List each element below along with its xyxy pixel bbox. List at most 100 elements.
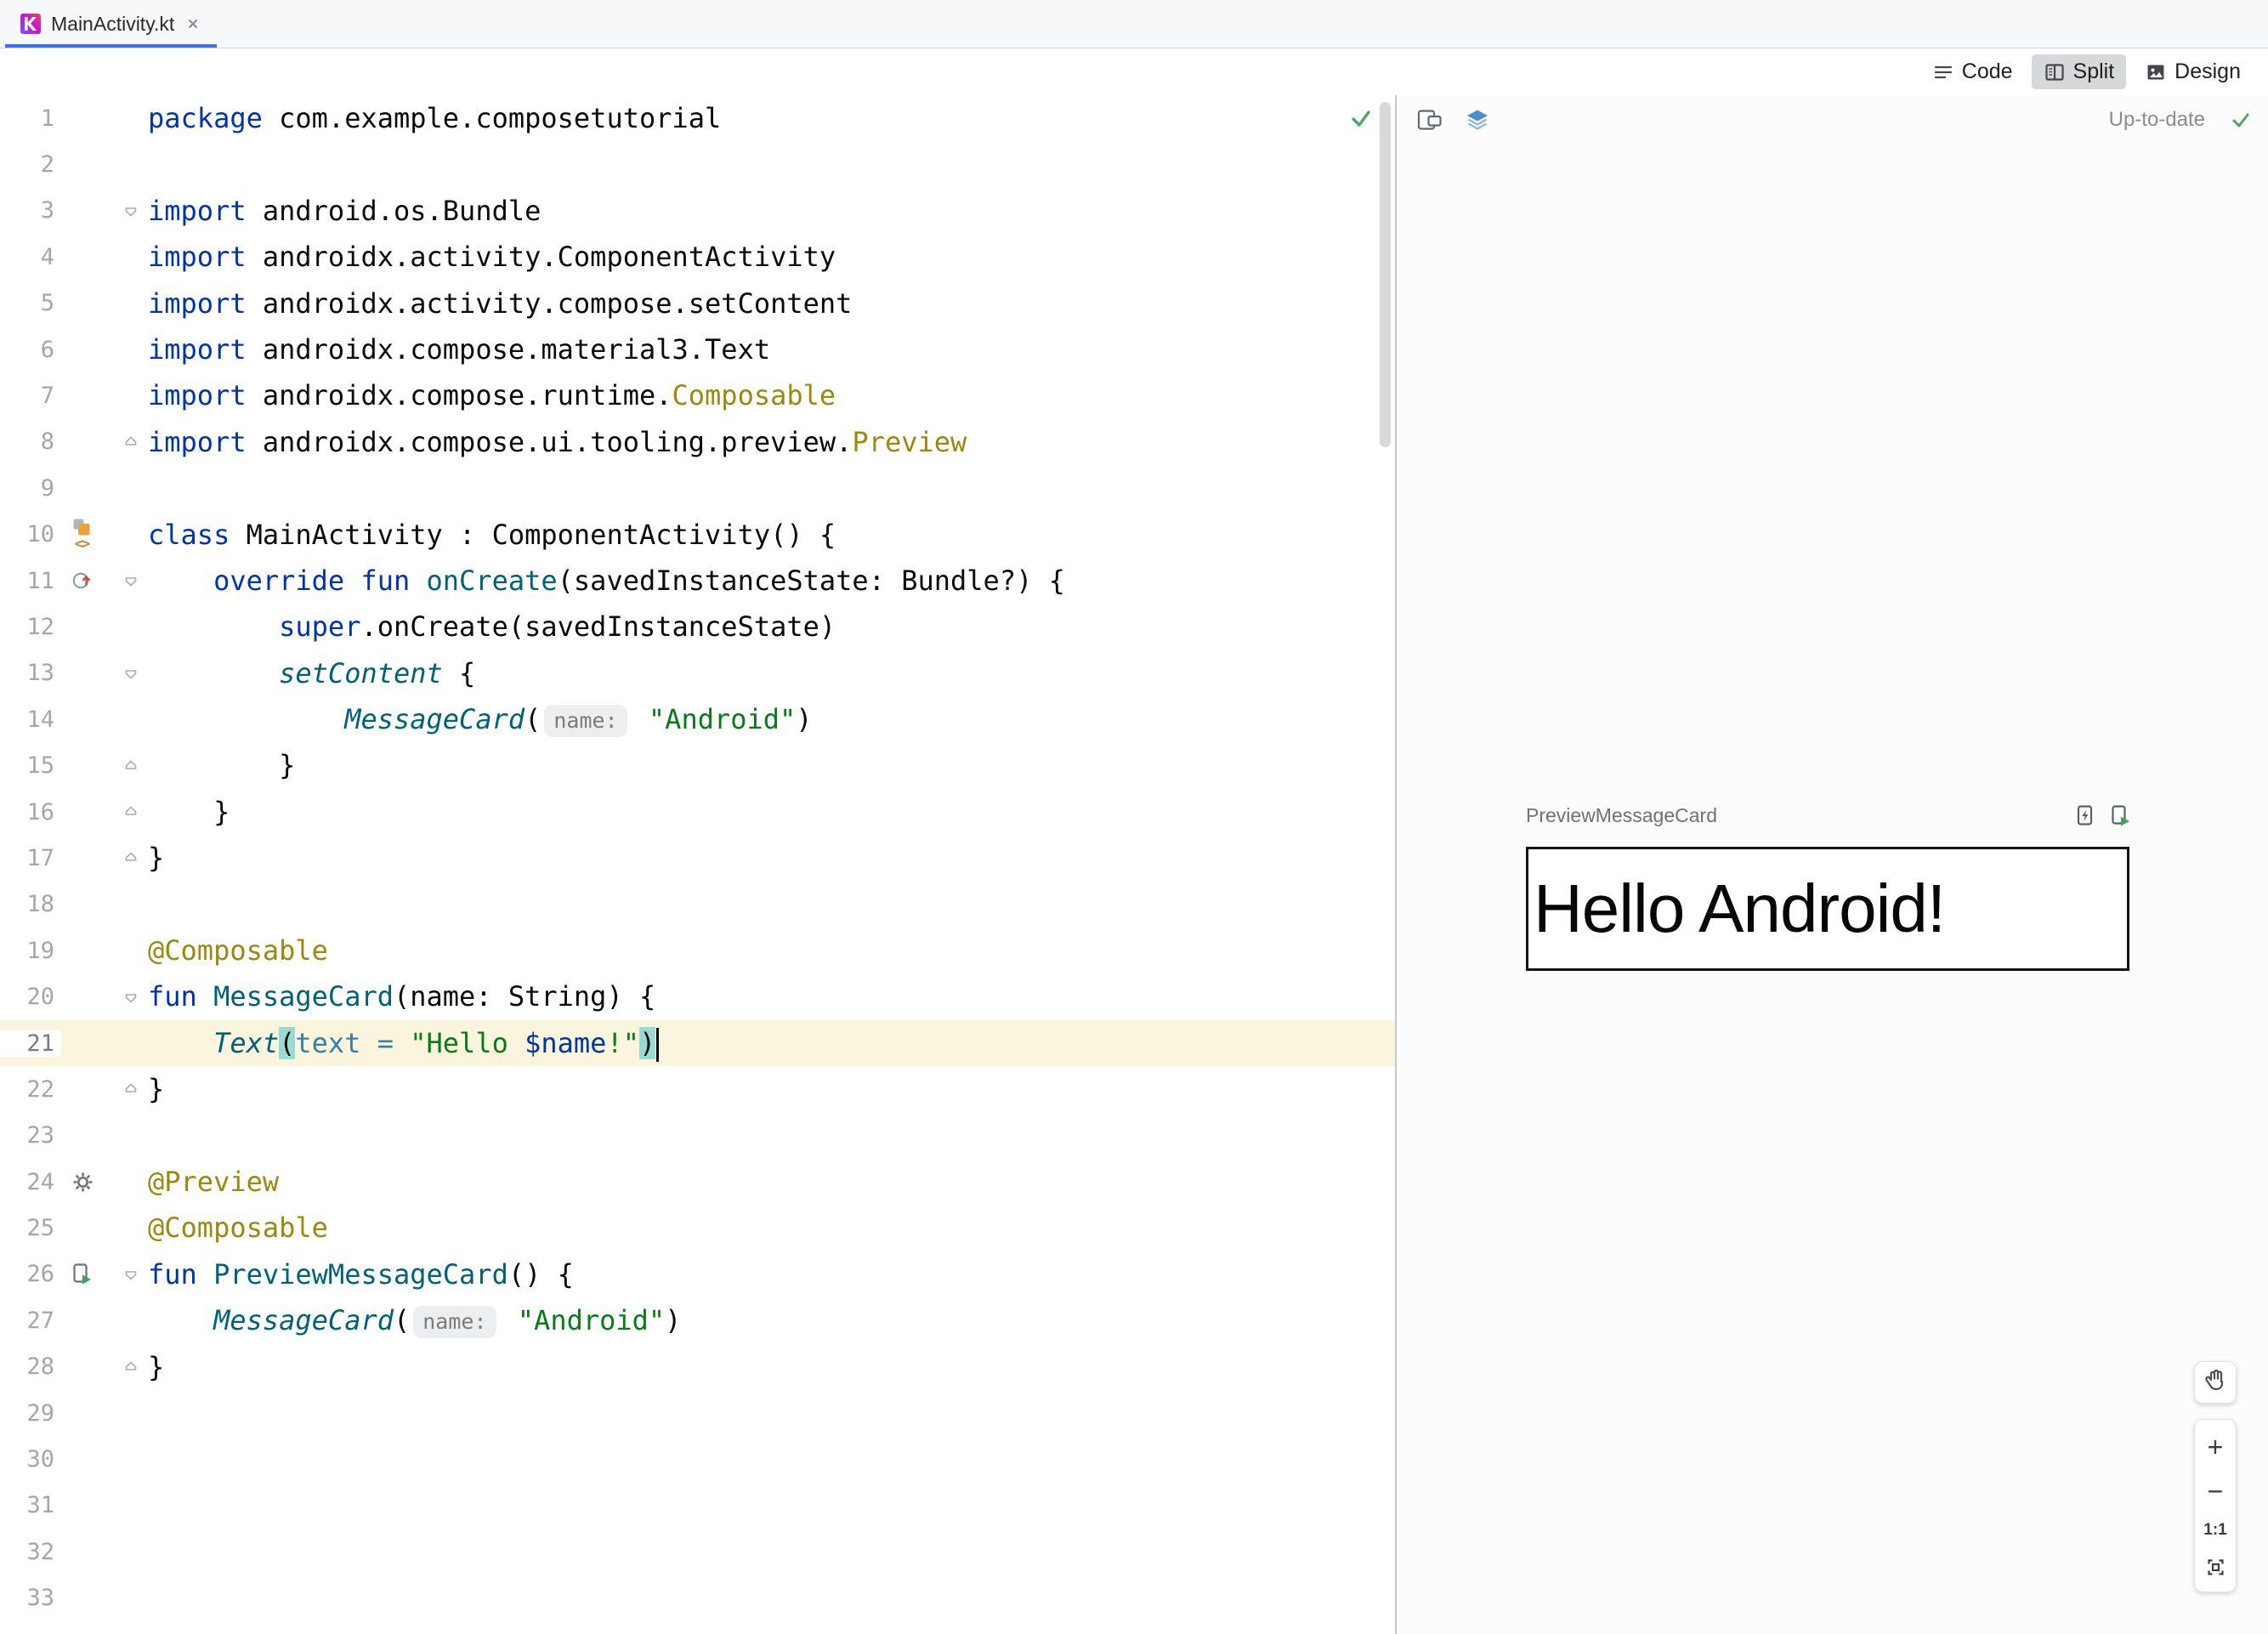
code-line[interactable]: 7 import androidx.compose.runtime.Composa… — [0, 372, 1395, 418]
line-number[interactable]: 9 — [0, 474, 61, 502]
line-number[interactable]: 3 — [0, 197, 61, 224]
editor-scrollbar[interactable] — [1380, 102, 1391, 447]
line-number[interactable]: 33 — [0, 1585, 61, 1612]
line-number[interactable]: 4 — [0, 243, 61, 270]
line-number[interactable]: 7 — [0, 383, 61, 410]
code-line[interactable]: 18 — [0, 882, 1395, 928]
fold-marker-icon[interactable] — [114, 1266, 148, 1283]
code-line[interactable]: 28} — [0, 1344, 1395, 1390]
code-line[interactable]: 5 import androidx.activity.compose.setCon… — [0, 281, 1395, 326]
line-number[interactable]: 2 — [0, 151, 61, 179]
fold-marker-icon[interactable] — [114, 202, 148, 219]
fold-marker-icon[interactable] — [114, 572, 148, 589]
fold-marker-icon[interactable] — [114, 757, 148, 774]
run-device-icon[interactable] — [61, 1262, 114, 1285]
code-line[interactable]: 15 } — [0, 742, 1395, 788]
code-line[interactable]: 13 setContent { — [0, 650, 1395, 696]
line-number[interactable]: 12 — [0, 613, 61, 640]
code-line[interactable]: 27 MessageCard(name: "Android") — [0, 1297, 1395, 1343]
fold-marker-icon[interactable] — [114, 665, 148, 682]
line-number[interactable]: 14 — [0, 706, 61, 733]
line-number[interactable]: 5 — [0, 290, 61, 317]
zoom-out-button[interactable]: − — [2208, 1478, 2224, 1505]
line-number[interactable]: 26 — [0, 1261, 61, 1288]
line-number[interactable]: 13 — [0, 660, 61, 687]
code-line[interactable]: 25 @Composable — [0, 1205, 1395, 1251]
code-view-button[interactable]: Code — [1920, 54, 2025, 89]
code-line[interactable]: 33 — [0, 1575, 1395, 1621]
line-number[interactable]: 17 — [0, 844, 61, 871]
line-number[interactable]: 22 — [0, 1075, 61, 1103]
pan-tool-button[interactable] — [2194, 1361, 2237, 1404]
code-line[interactable]: 6 import androidx.compose.material3.Text — [0, 326, 1395, 372]
line-number[interactable]: 21 — [0, 1030, 61, 1057]
code-line[interactable]: 34 — [0, 1621, 1395, 1634]
close-tab-icon[interactable] — [184, 15, 201, 32]
code-line[interactable]: 1 package com.example.composetutorial — [0, 95, 1395, 141]
line-number[interactable]: 1 — [0, 105, 61, 132]
code-line[interactable]: 4 import androidx.activity.ComponentActiv… — [0, 234, 1395, 280]
code-line[interactable]: 10 <> class MainActivity : ComponentActivi… — [0, 512, 1395, 558]
line-number[interactable]: 34 — [0, 1631, 61, 1634]
code-line[interactable]: 14 MessageCard(name: "Android") — [0, 696, 1395, 742]
line-number[interactable]: 27 — [0, 1307, 61, 1334]
fold-marker-icon[interactable] — [114, 1359, 148, 1376]
fold-marker-icon[interactable] — [114, 434, 148, 451]
line-number[interactable]: 16 — [0, 798, 61, 826]
code-line[interactable]: 22} — [0, 1066, 1395, 1112]
zoom-in-button[interactable]: + — [2208, 1433, 2224, 1461]
code-line[interactable]: 20 fun MessageCard(name: String) { — [0, 973, 1395, 1019]
override-icon[interactable] — [61, 570, 114, 592]
code-line[interactable]: 29 — [0, 1390, 1395, 1436]
line-number[interactable]: 31 — [0, 1492, 61, 1519]
code-line[interactable]: 26 fun PreviewMessageCard() { — [0, 1251, 1395, 1297]
code-line[interactable]: 11 override fun onCreate(savedInstanceSt… — [0, 558, 1395, 604]
code-line[interactable]: 17} — [0, 835, 1395, 881]
line-number[interactable]: 24 — [0, 1168, 61, 1195]
line-number[interactable]: 30 — [0, 1446, 61, 1473]
code-line[interactable]: 23 — [0, 1113, 1395, 1159]
design-view-button[interactable]: Design — [2133, 54, 2253, 89]
inspections-ok-icon[interactable] — [1349, 107, 1373, 133]
code-line[interactable]: 2 — [0, 141, 1395, 187]
line-number[interactable]: 6 — [0, 336, 61, 363]
code-line[interactable]: 8 import androidx.compose.ui.tooling.prev… — [0, 419, 1395, 465]
code-line[interactable]: 32 — [0, 1529, 1395, 1574]
code-editor[interactable]: 1 package com.example.composetutorial 2 3 im… — [0, 95, 1395, 1634]
line-number[interactable]: 29 — [0, 1399, 61, 1427]
line-number[interactable]: 10 — [0, 521, 61, 548]
run-preview-icon[interactable] — [2110, 804, 2131, 827]
code-line[interactable]: 30 — [0, 1436, 1395, 1482]
line-number[interactable]: 25 — [0, 1215, 61, 1242]
split-view-button[interactable]: Split — [2031, 54, 2127, 89]
fold-marker-icon[interactable] — [114, 803, 148, 820]
line-number[interactable]: 8 — [0, 428, 61, 456]
tab-mainactivity[interactable]: MainActivity.kt — [5, 0, 218, 48]
line-number[interactable]: 28 — [0, 1353, 61, 1381]
line-number[interactable]: 20 — [0, 984, 61, 1011]
interactive-preview-icon[interactable] — [2075, 804, 2096, 827]
fold-marker-icon[interactable] — [114, 989, 148, 1006]
code-line[interactable]: 12 super.onCreate(savedInstanceState) — [0, 604, 1395, 650]
code-line[interactable]: 24 @Preview — [0, 1159, 1395, 1205]
code-line[interactable]: 3 import android.os.Bundle — [0, 188, 1395, 234]
fold-marker-icon[interactable] — [114, 849, 148, 866]
zoom-actual-button[interactable]: 1:1 — [2203, 1521, 2226, 1540]
kotlin-class-icon[interactable]: <> — [61, 517, 114, 552]
ui-check-icon[interactable] — [1417, 108, 1443, 132]
fold-marker-icon[interactable] — [114, 1081, 148, 1098]
code-line[interactable]: 31 — [0, 1483, 1395, 1529]
code-line[interactable]: 16 } — [0, 789, 1395, 835]
gear-icon[interactable] — [61, 1171, 114, 1194]
layers-icon[interactable] — [1465, 108, 1490, 132]
line-number[interactable]: 15 — [0, 752, 61, 780]
line-number[interactable]: 32 — [0, 1538, 61, 1565]
zoom-fit-button[interactable] — [2205, 1557, 2226, 1578]
code-line[interactable]: 9 — [0, 465, 1395, 511]
line-number[interactable]: 19 — [0, 937, 61, 964]
line-number[interactable]: 11 — [0, 567, 61, 594]
line-number[interactable]: 23 — [0, 1122, 61, 1149]
line-number[interactable]: 18 — [0, 891, 61, 918]
code-line[interactable]: 21 Text(text = "Hello $name!") — [0, 1019, 1395, 1067]
code-line[interactable]: 19 @Composable — [0, 928, 1395, 973]
